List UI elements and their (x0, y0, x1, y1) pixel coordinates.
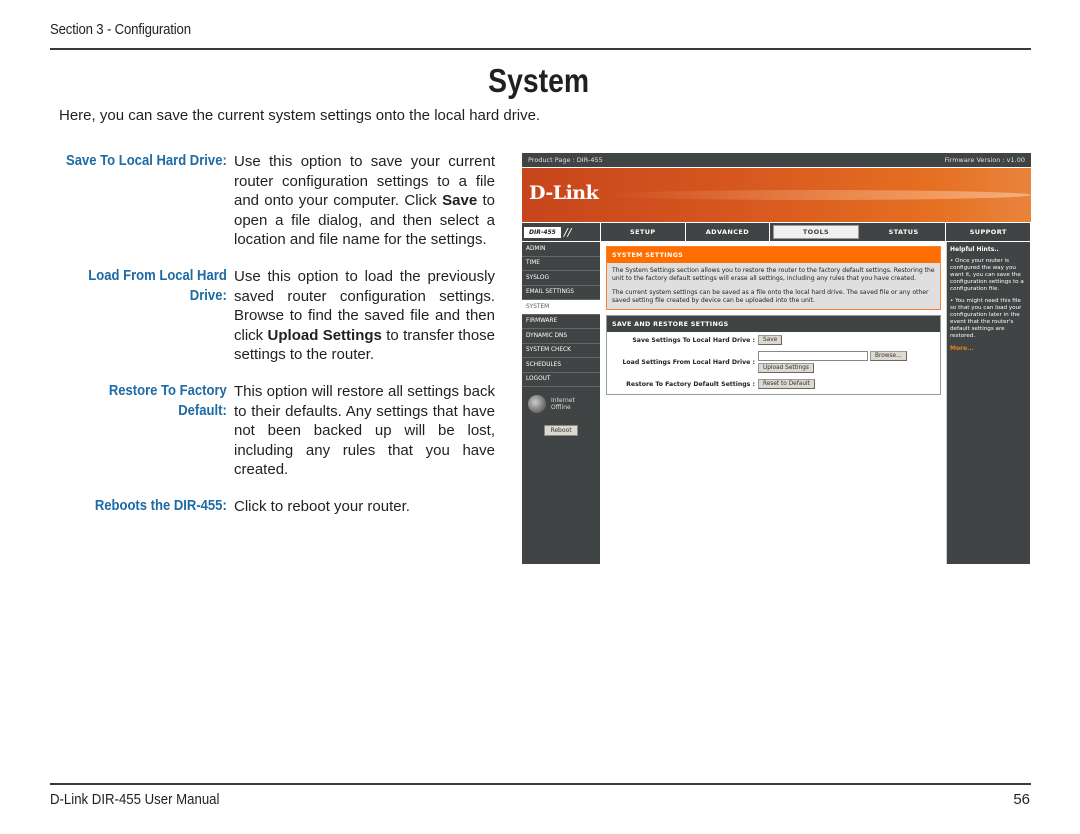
definition-reboot: Reboots the DIR-455: Click to reboot you… (40, 497, 502, 517)
desc-text: This option will restore all settings ba… (234, 382, 495, 479)
sidebar-item-schedules[interactable]: SCHEDULES (522, 358, 600, 373)
hint-text: • You might need this file so that you c… (950, 298, 1022, 339)
upload-settings-button[interactable]: Upload Settings (758, 363, 814, 373)
hint-text: • Once your router is configured the way… (950, 258, 1024, 292)
sidebar-item-firmware[interactable]: FIRMWARE (522, 315, 600, 329)
save-button[interactable]: Save (758, 335, 783, 345)
save-restore-box: SAVE AND RESTORE SETTINGS Save Settings … (606, 315, 941, 395)
definition-term: Load From Local Hard Drive: (88, 267, 227, 304)
sidebar-item-system[interactable]: SYSTEM (522, 300, 600, 315)
footer-manual-title: D-Link DIR-455 User Manual (50, 791, 220, 808)
definition-desc: Click to reboot your router. (234, 497, 495, 517)
save-label: Save Settings To Local Hard Drive : (632, 336, 755, 344)
restore-label: Restore To Factory Default Settings : (626, 380, 755, 388)
model-badge: DIR-455// (522, 223, 601, 241)
system-settings-title: SYSTEM SETTINGS (607, 247, 940, 263)
save-restore-title: SAVE AND RESTORE SETTINGS (607, 316, 940, 332)
desc-text: Click to reboot your router. (234, 497, 410, 515)
dlink-logo: D-Link (529, 182, 599, 204)
banner-streak (602, 190, 1031, 200)
desc-bold: Save (442, 192, 478, 210)
router-screenshot: Product Page : DIR-455 Firmware Version … (522, 153, 1031, 566)
sidebar-item-logout[interactable]: LOGOUT (522, 373, 600, 387)
definition-list: Save To Local Hard Drive: Use this optio… (40, 152, 502, 534)
more-link[interactable]: More... (950, 345, 1027, 352)
load-row: Load Settings From Local Hard Drive : Br… (607, 348, 940, 376)
page-title: System (488, 62, 590, 99)
definition-desc: Use this option to load the previously s… (234, 267, 495, 365)
system-settings-box: SYSTEM SETTINGS The System Settings sect… (606, 246, 941, 310)
load-controls: Browse... Upload Settings (758, 351, 907, 373)
save-row: Save Settings To Local Hard Drive : Save (607, 332, 940, 348)
bottom-rule (50, 783, 1031, 785)
tab-setup[interactable]: SETUP (601, 223, 686, 241)
intro-text: Here, you can save the current system se… (59, 107, 541, 124)
restore-row: Restore To Factory Default Settings : Re… (607, 376, 940, 394)
tab-tools[interactable]: TOOLS (773, 225, 859, 239)
definition-desc: Use this option to save your current rou… (234, 152, 495, 250)
router-body: ADMIN TIME SYSLOG EMAIL SETTINGS SYSTEM … (522, 242, 1031, 564)
definition-desc: This option will restore all settings ba… (234, 382, 495, 480)
browse-button[interactable]: Browse... (870, 351, 907, 361)
hints-title: Helpful Hints.. (950, 246, 999, 253)
sidebar-item-admin[interactable]: ADMIN (522, 242, 600, 257)
reboot-button[interactable]: Reboot (544, 425, 578, 436)
router-banner: D-Link (522, 167, 1031, 223)
sidebar-item-syslog[interactable]: SYSLOG (522, 271, 600, 286)
firmware-version: Firmware Version : v1.00 (944, 156, 1025, 164)
router-topbar: Product Page : DIR-455 Firmware Version … (522, 153, 1031, 167)
definition-term: Save To Local Hard Drive: (66, 153, 227, 169)
sidebar-item-system-check[interactable]: SYSTEM CHECK (522, 344, 600, 358)
internet-status-text: Internet Offline (551, 397, 575, 411)
system-settings-para: The System Settings section allows you t… (612, 267, 935, 282)
sidebar-item-dynamic-dns[interactable]: DYNAMIC DNS (522, 329, 600, 344)
tab-advanced[interactable]: ADVANCED (686, 223, 771, 241)
file-path-input[interactable] (758, 351, 868, 361)
reset-to-default-button[interactable]: Reset to Default (758, 379, 815, 389)
definition-load: Load From Local Hard Drive: Use this opt… (40, 267, 502, 365)
model-tag: DIR-455 (524, 226, 561, 238)
system-settings-para: The current system settings can be saved… (612, 289, 929, 304)
tab-support[interactable]: SUPPORT (946, 223, 1031, 241)
status-line: Internet (551, 397, 575, 404)
top-rule (50, 48, 1031, 50)
status-line: Offline (551, 404, 571, 411)
section-header: Section 3 - Configuration (50, 21, 191, 38)
helpful-hints-panel: Helpful Hints.. • Once your router is co… (946, 242, 1030, 564)
page-number: 56 (1013, 791, 1030, 808)
router-nav: DIR-455// SETUP ADVANCED TOOLS STATUS SU… (522, 223, 1031, 242)
definition-term: Reboots the DIR-455: (94, 497, 227, 514)
product-page-label: Product Page : DIR-455 (528, 156, 603, 164)
definition-restore: Restore To Factory Default: This option … (40, 382, 502, 480)
router-main: SYSTEM SETTINGS The System Settings sect… (601, 242, 944, 564)
tab-status[interactable]: STATUS (862, 223, 947, 241)
definition-term: Restore To Factory Default: (108, 382, 227, 419)
internet-status: Internet Offline (522, 387, 600, 413)
globe-icon (528, 395, 546, 413)
desc-bold: Upload Settings (267, 326, 382, 344)
slash-decoration: // (563, 225, 572, 239)
sidebar-item-time[interactable]: TIME (522, 257, 600, 271)
sidebar-item-email-settings[interactable]: EMAIL SETTINGS (522, 286, 600, 300)
router-sidebar: ADMIN TIME SYSLOG EMAIL SETTINGS SYSTEM … (522, 242, 601, 564)
definition-save: Save To Local Hard Drive: Use this optio… (40, 152, 502, 250)
load-label: Load Settings From Local Hard Drive : (622, 358, 755, 366)
